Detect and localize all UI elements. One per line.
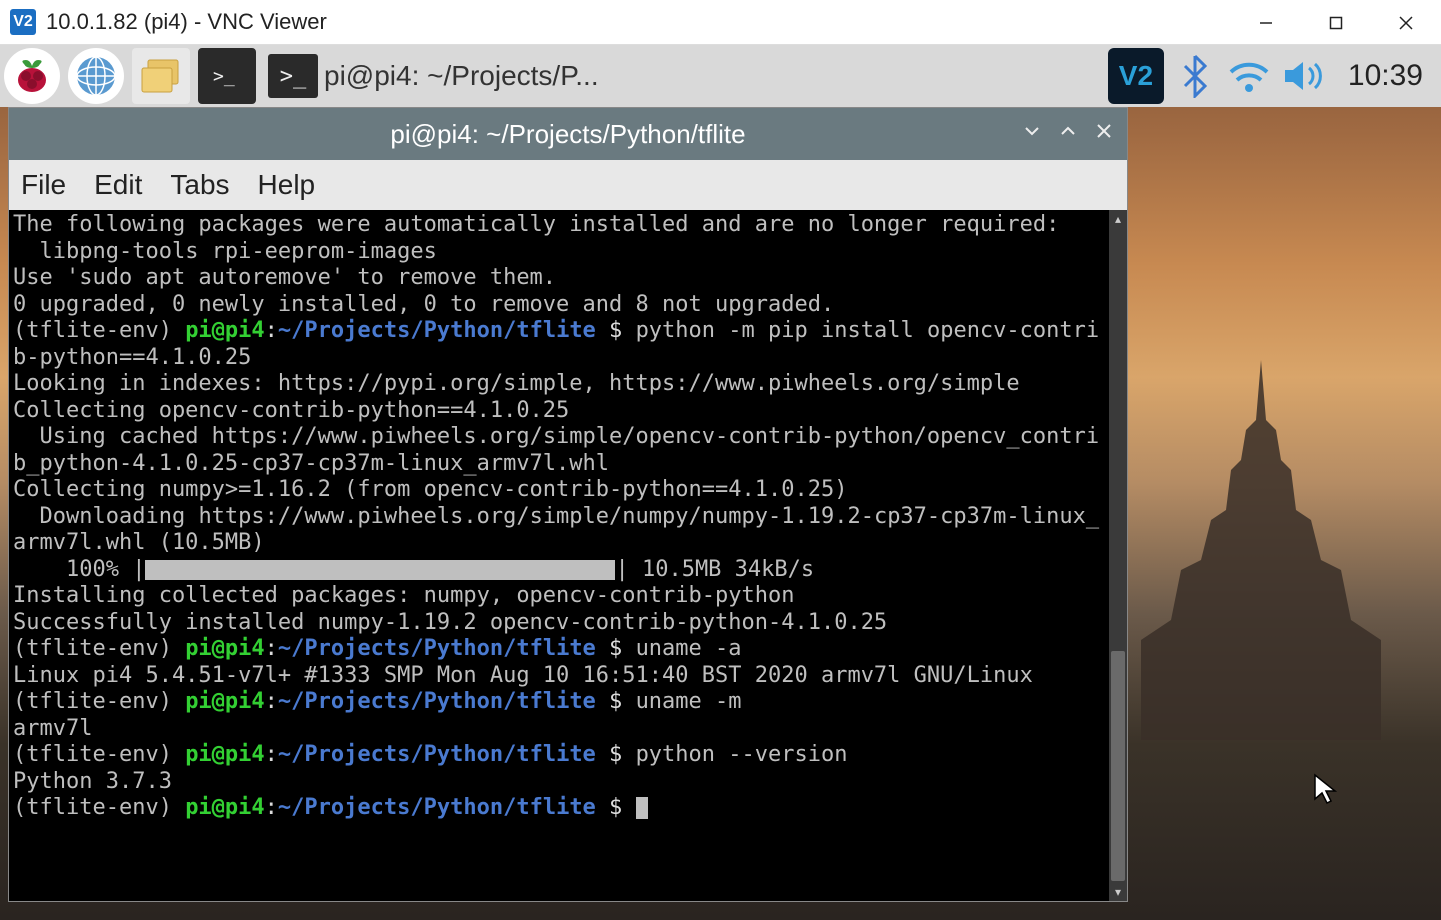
window-controls — [1231, 0, 1441, 44]
web-browser-icon[interactable] — [68, 48, 124, 104]
taskbar-app-label: pi@pi4: ~/Projects/P... — [324, 60, 599, 92]
clock[interactable]: 10:39 — [1334, 59, 1437, 93]
terminal-output[interactable]: The following packages were automaticall… — [9, 210, 1109, 901]
bluetooth-icon[interactable] — [1172, 53, 1218, 99]
taskbar-app-terminal[interactable]: >_ pi@pi4: ~/Projects/P... — [264, 48, 609, 104]
scroll-up-icon[interactable]: ▴ — [1109, 210, 1127, 228]
terminal-title-text: pi@pi4: ~/Projects/Python/tflite — [390, 119, 745, 150]
svg-text:>_: >_ — [213, 66, 235, 87]
wallpaper-silhouette — [1141, 360, 1381, 740]
volume-icon[interactable] — [1280, 53, 1326, 99]
file-manager-icon[interactable] — [132, 48, 190, 104]
vnc-desktop: >_ >_ pi@pi4: ~/Projects/P... V2 — [0, 45, 1441, 920]
wifi-icon[interactable] — [1226, 53, 1272, 99]
menu-tabs[interactable]: Tabs — [170, 169, 229, 201]
terminal-maximize-icon[interactable] — [1059, 122, 1077, 146]
close-button[interactable] — [1371, 0, 1441, 45]
terminal-icon: >_ — [268, 54, 318, 98]
maximize-button[interactable] — [1301, 0, 1371, 45]
terminal-titlebar[interactable]: pi@pi4: ~/Projects/Python/tflite — [9, 108, 1127, 160]
terminal-body-wrap: The following packages were automaticall… — [9, 210, 1127, 901]
scroll-down-icon[interactable]: ▾ — [1109, 883, 1127, 901]
mouse-cursor-icon — [1313, 773, 1341, 815]
menu-edit[interactable]: Edit — [94, 169, 142, 201]
terminal-menubar: File Edit Tabs Help — [9, 160, 1127, 210]
window-title: 10.0.1.82 (pi4) - VNC Viewer — [46, 9, 1231, 35]
terminal-minimize-icon[interactable] — [1023, 122, 1041, 146]
menu-file[interactable]: File — [21, 169, 66, 201]
terminal-launcher-icon[interactable]: >_ — [198, 48, 256, 104]
terminal-scrollbar[interactable]: ▴ ▾ — [1109, 210, 1127, 901]
menu-help[interactable]: Help — [258, 169, 316, 201]
raspberry-menu-icon[interactable] — [4, 48, 60, 104]
terminal-cursor — [636, 797, 648, 819]
windows-titlebar: V2 10.0.1.82 (pi4) - VNC Viewer — [0, 0, 1441, 45]
vnc-tray-icon[interactable]: V2 — [1108, 48, 1164, 104]
terminal-window: pi@pi4: ~/Projects/Python/tflite File Ed… — [8, 107, 1128, 902]
scroll-thumb[interactable] — [1111, 651, 1125, 881]
vnc-logo-icon: V2 — [10, 9, 36, 35]
terminal-close-icon[interactable] — [1095, 122, 1113, 146]
pi-taskbar: >_ >_ pi@pi4: ~/Projects/P... V2 — [0, 45, 1441, 107]
minimize-button[interactable] — [1231, 0, 1301, 45]
terminal-window-controls — [1023, 122, 1113, 146]
